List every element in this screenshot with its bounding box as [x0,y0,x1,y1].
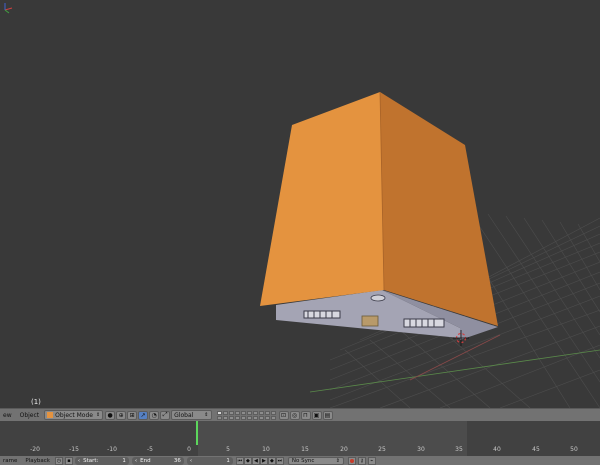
end-label: End [140,457,151,464]
tick-label: 0 [187,446,191,453]
3d-viewport[interactable]: (1) [0,0,600,408]
window-left [303,310,341,319]
roof-right-face[interactable] [380,92,498,326]
play-reverse-icon[interactable]: ◀ [251,456,260,465]
start-label: Start: [83,457,99,464]
proportional-edit-icon[interactable]: ◎ [289,410,300,420]
chevron-left-icon: ‹ [134,457,138,464]
end-value: 36 [173,457,181,464]
keying-set-icon[interactable]: ⚷ [357,456,366,465]
tick-label: 35 [455,446,463,453]
tick-label: 20 [340,446,348,453]
chevron-left-icon: ‹ [77,457,81,464]
start-value: 1 [122,457,126,464]
sync-label: No Sync [291,457,315,464]
tick-label: 50 [570,446,578,453]
sync-dropdown[interactable]: No Sync ⇕ [287,456,344,465]
playback-menu[interactable]: Playback [22,457,53,465]
cube-icon [47,412,54,418]
tick-label: -15 [69,446,79,453]
layer-buttons[interactable] [216,410,276,420]
snap-icon[interactable]: ⊓ [300,410,311,420]
mode-label: Object Mode [55,411,93,419]
door [361,315,379,327]
tick-label: 40 [493,446,501,453]
tick-label: -10 [107,446,117,453]
preview-range-icon[interactable]: ◷ [54,456,63,465]
x-axis-line [309,349,600,393]
tick-label: 10 [262,446,270,453]
roof-left-face[interactable] [260,92,384,306]
chevron-updown-icon: ⇕ [335,457,340,464]
start-frame-field[interactable]: ‹ Start: 1 [74,456,129,465]
round-window [370,294,386,302]
tick-label: -20 [30,446,40,453]
chevron-left-icon: ‹ [189,457,193,464]
viewport-shading-icon[interactable]: ● [105,410,116,420]
tick-label: 45 [532,446,540,453]
object-menu[interactable]: Object [17,410,43,420]
render-icon[interactable]: ▣ [311,410,322,420]
view-menu[interactable]: ew [0,410,15,420]
jump-start-icon[interactable]: ⏮ [235,456,244,465]
insert-keyframe-icon[interactable]: ⌁ [367,456,376,465]
current-frame-marker[interactable] [196,421,198,445]
frame-menu[interactable]: rame [0,457,20,465]
axis-gizmo-icon [4,3,13,14]
tick-label: 5 [226,446,230,453]
chevron-updown-icon: ⇕ [95,412,101,418]
current-frame-value: 1 [226,457,230,464]
rotate-icon[interactable]: ◔ [149,410,160,420]
translate-icon[interactable]: ↗ [138,410,149,420]
render-anim-icon[interactable]: ▤ [322,410,333,420]
frame-label: (1) [31,398,41,406]
window-right [403,318,445,328]
scene-svg [260,91,600,408]
play-icon[interactable]: ▶ [259,456,268,465]
end-frame-field[interactable]: ‹ End 36 [131,456,184,465]
timeline-header: rame Playback ◷ ▪ ‹ Start: 1 ‹ End 36 ‹ … [0,456,600,465]
blender-window: (1) ew Object Object Mode ⇕ ● ⊕ ⊞ ↗ ◔ ⤢ … [0,0,600,465]
view3d-header: ew Object Object Mode ⇕ ● ⊕ ⊞ ↗ ◔ ⤢ Glob… [0,408,600,421]
timeline-in-range [198,421,467,456]
pivot-point-icon[interactable]: ⊕ [116,410,127,420]
tick-label: 30 [417,446,425,453]
record-icon[interactable] [347,456,356,465]
scale-icon[interactable]: ⤢ [160,410,171,420]
next-keyframe-icon[interactable]: ◆ [267,456,276,465]
chevron-updown-icon: ⇕ [204,412,209,418]
tick-label: 15 [301,446,309,453]
current-frame-field[interactable]: ‹ 1 [186,456,233,465]
prev-keyframe-icon[interactable]: ◆ [243,456,252,465]
tick-label: 25 [378,446,386,453]
timeline-area[interactable]: -20 -15 -10 -5 0 5 10 15 20 25 30 35 40 … [0,421,600,456]
lock-layers-icon[interactable]: ⊡ [278,410,289,420]
lock-icon[interactable]: ▪ [64,456,73,465]
jump-end-icon[interactable]: ⏭ [275,456,284,465]
manipulator-toggle-icon[interactable]: ⊞ [127,410,138,420]
mode-dropdown[interactable]: Object Mode ⇕ [44,410,104,420]
orientation-dropdown[interactable]: Global ⇕ [171,410,212,420]
tick-label: -5 [147,446,153,453]
orientation-label: Global [174,411,194,419]
